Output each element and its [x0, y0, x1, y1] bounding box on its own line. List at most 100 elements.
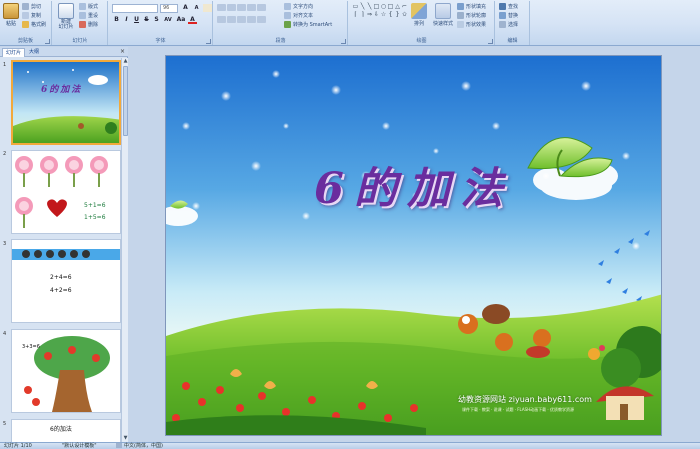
align-buttons-row: [217, 16, 266, 23]
italic-button[interactable]: I: [122, 16, 131, 24]
slide-thumbnail-1[interactable]: 6的加法: [11, 60, 121, 145]
star-shape-icon[interactable]: ☆: [380, 11, 387, 19]
slide-thumbnail-2[interactable]: 5+1=6 1+5=6: [11, 150, 121, 234]
font-color-button[interactable]: A: [188, 16, 197, 24]
find-button[interactable]: 查找: [499, 3, 518, 10]
strike-button[interactable]: S: [142, 16, 151, 24]
char-spacing-button[interactable]: AV: [162, 16, 174, 24]
new-slide-icon: [58, 3, 74, 19]
star2-shape-icon[interactable]: ✩: [401, 11, 408, 19]
bold-button[interactable]: B: [112, 16, 121, 24]
grow-font-icon[interactable]: A: [181, 4, 190, 12]
align-right-icon[interactable]: [237, 16, 246, 23]
bullets-icon[interactable]: [217, 4, 226, 11]
rect-shape-icon[interactable]: ▭: [352, 3, 359, 11]
format-painter-button[interactable]: 格式刷: [22, 21, 46, 28]
align-center-icon[interactable]: [227, 16, 236, 23]
brace2-shape-icon[interactable]: }: [394, 11, 401, 19]
text-direction-button[interactable]: 文字方向: [284, 3, 313, 10]
current-slide[interactable]: 6的加法 幼教资源网站 ziyuan.baby611.com 课件下载 · 教案…: [165, 55, 662, 436]
fill-bucket-icon: [457, 3, 464, 10]
reset-icon: [79, 12, 86, 19]
thumb-3-eq1: 2+4=6: [50, 274, 72, 281]
bracket-shape-icon[interactable]: ⌐: [401, 3, 408, 11]
thumbnail-2-preview: [12, 151, 120, 233]
drawing-dialog-launcher[interactable]: [488, 39, 493, 44]
thumb-2-eq2: 1+5=6: [84, 214, 106, 221]
arrow-shape-icon[interactable]: ⌈: [352, 11, 359, 19]
justify-icon[interactable]: [247, 16, 256, 23]
line-shape-icon[interactable]: ╲: [359, 3, 366, 11]
smartart-button[interactable]: 转换为 SmartArt: [284, 21, 332, 28]
columns-icon[interactable]: [257, 16, 266, 23]
clear-format-icon[interactable]: [203, 4, 212, 12]
decrease-indent-icon[interactable]: [237, 4, 246, 11]
layout-button[interactable]: 版式: [79, 3, 98, 10]
copy-icon: [22, 12, 29, 19]
clipboard-group-label: 剪贴板: [17, 38, 33, 44]
reset-button[interactable]: 重设: [79, 12, 98, 19]
paragraph-dialog-launcher[interactable]: [341, 39, 346, 44]
thumbnail-scrollbar[interactable]: ▲ ▼: [121, 58, 128, 442]
underline-button[interactable]: U: [132, 16, 141, 24]
down-arrow-shape-icon[interactable]: ⇩: [373, 11, 380, 19]
oval-shape-icon[interactable]: ○: [380, 3, 387, 11]
numbering-icon[interactable]: [227, 4, 236, 11]
font-format-row: B I U S S AV Aa A: [112, 16, 197, 24]
cut-button[interactable]: 剪切: [22, 3, 41, 10]
quick-styles-button[interactable]: 快速样式: [431, 3, 455, 27]
arrow2-shape-icon[interactable]: ⌉: [359, 11, 366, 19]
scroll-up-icon[interactable]: ▲: [122, 58, 129, 65]
slide-thumbnail-5[interactable]: 6的加法: [11, 419, 121, 442]
font-size-box[interactable]: 96: [160, 4, 178, 13]
close-panel-icon[interactable]: ×: [120, 48, 125, 55]
thumbnail-1-preview: [13, 62, 119, 143]
select-button[interactable]: 选择: [499, 21, 518, 28]
replace-button[interactable]: 替换: [499, 12, 518, 19]
thumb-4-label: 3+3=6: [22, 344, 40, 350]
triangle-shape-icon[interactable]: △: [394, 3, 401, 11]
font-group: 96 A A B I U S S AV Aa A 字体: [109, 1, 213, 45]
increase-indent-icon[interactable]: [247, 4, 256, 11]
brace-shape-icon[interactable]: {: [387, 11, 394, 19]
slide-title[interactable]: 6的加法: [166, 154, 661, 216]
shape-outline-button[interactable]: 形状轮廓: [457, 12, 486, 19]
scroll-down-icon[interactable]: ▼: [122, 435, 129, 442]
shadow-button[interactable]: S: [152, 16, 161, 24]
change-case-button[interactable]: Aa: [175, 16, 187, 24]
slide-thumbnail-4[interactable]: 3+3=6: [11, 329, 121, 413]
clipboard-dialog-launcher[interactable]: [45, 39, 50, 44]
slide-background: [166, 56, 661, 435]
right-arrow-shape-icon[interactable]: ⇒: [366, 11, 373, 19]
font-name-box[interactable]: [112, 4, 158, 13]
copy-button[interactable]: 复制: [22, 12, 41, 19]
slide-thumbnail-3[interactable]: 2+4=6 4+2=6: [11, 239, 121, 323]
tab-outline[interactable]: 大纲: [26, 48, 42, 57]
delete-slide-button[interactable]: 删除: [79, 21, 98, 28]
shape-effects-button[interactable]: 形状效果: [457, 21, 486, 28]
scrollbar-thumb[interactable]: [123, 66, 128, 136]
align-text-button[interactable]: 对齐文本: [284, 12, 313, 19]
tab-slides[interactable]: 幻灯片: [2, 48, 26, 57]
align-left-icon[interactable]: [217, 16, 226, 23]
arrange-button[interactable]: 排列: [411, 3, 427, 27]
ribbon: 粘贴 剪切 复制 格式刷 剪贴板 新建 幻灯片 版式 重设 删除 幻灯片 96 …: [0, 0, 700, 46]
thumb-3-eq2: 4+2=6: [50, 287, 72, 294]
shapes-gallery[interactable]: ▭ ╲ ╲ □ ○ □ △ ⌐ ⌈ ⌉ ⇒ ⇩ ☆{} ✩: [352, 3, 408, 19]
spellcheck-icon[interactable]: [116, 443, 122, 448]
line2-shape-icon[interactable]: ╲: [366, 3, 373, 11]
thumb-5-title: 6的加法: [50, 426, 72, 433]
cursor-icon: [499, 21, 506, 28]
paste-button[interactable]: 粘贴: [2, 3, 20, 27]
thumbnail-list: 1 6的加法 2 5+1=6 1+5=6 3 2+4=6 4+2=6 4 3+3…: [0, 58, 121, 442]
rect2-shape-icon[interactable]: □: [387, 3, 394, 11]
font-dialog-launcher[interactable]: [206, 39, 211, 44]
editing-group: 查找 替换 选择 编辑: [496, 1, 530, 45]
line-spacing-icon[interactable]: [257, 4, 266, 11]
shrink-font-icon[interactable]: A: [192, 4, 201, 12]
new-slide-button[interactable]: 新建 幻灯片: [56, 3, 76, 30]
box-shape-icon[interactable]: □: [373, 3, 380, 11]
text-direction-icon: [284, 3, 291, 10]
list-buttons-row: [217, 4, 266, 11]
shape-fill-button[interactable]: 形状填充: [457, 3, 486, 10]
